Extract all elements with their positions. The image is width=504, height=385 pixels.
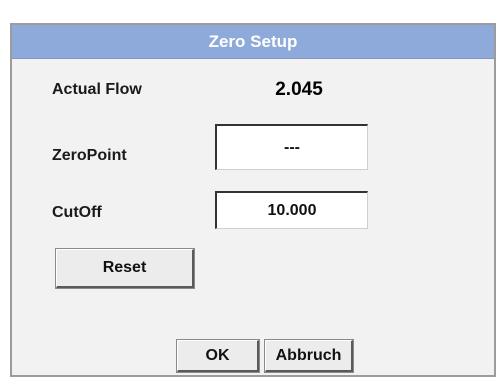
ok-button[interactable]: OK xyxy=(176,339,260,373)
cut-off-label: CutOff xyxy=(52,204,102,221)
cut-off-field[interactable]: 10.000 xyxy=(215,191,368,229)
actual-flow-label: Actual Flow xyxy=(52,81,142,98)
cancel-button[interactable]: Abbruch xyxy=(264,339,354,373)
dialog-title: Zero Setup xyxy=(12,25,494,59)
zero-point-field[interactable]: --- xyxy=(215,124,368,170)
zero-setup-dialog: Zero Setup Actual Flow 2.045 ZeroPoint -… xyxy=(10,23,496,377)
actual-flow-value: 2.045 xyxy=(275,79,323,100)
zero-point-label: ZeroPoint xyxy=(52,147,127,164)
reset-button[interactable]: Reset xyxy=(55,248,195,289)
